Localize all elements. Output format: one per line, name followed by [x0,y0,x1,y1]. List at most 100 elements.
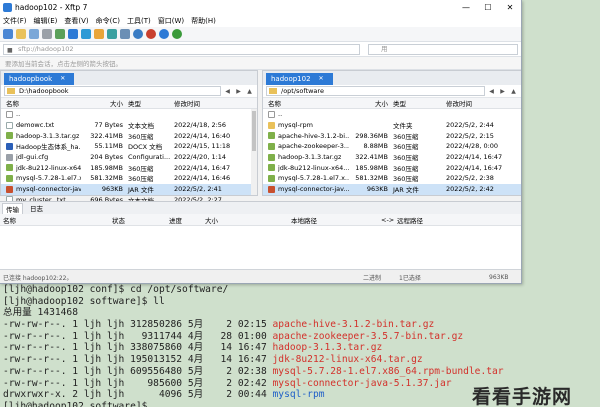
file-modified: 2022/5/2, 2:44 [446,121,494,130]
column-name[interactable]: 名称 [0,215,112,225]
column-modified[interactable]: 修改时间 [171,98,249,108]
selection-count: 1已选择 [399,274,421,282]
file-row[interactable]: mysql-connector-jav... 963KB JAR 文件 2022/5/… [263,183,521,195]
tab-remote[interactable]: hadoop102 ✕ [266,73,333,85]
file-row[interactable]: mysql-5.7.28-1.el7.x... 581.32MB 360压缩 2022… [1,173,257,184]
file-row[interactable]: hadoop-3.1.3.tar.gz 322.41MB 360压缩 2022/4/1… [1,130,257,141]
file-row[interactable]: jdl-gui.cfg 204 Bytes Configurati... 2022/4… [1,152,257,163]
file-row[interactable]: mysql-connector-jav... 963KB JAR 文件 2022/5/… [1,183,257,195]
column-name[interactable]: 名称 [1,98,81,108]
new-folder-icon[interactable] [94,29,104,39]
globe-icon[interactable] [133,29,143,39]
info-icon[interactable] [159,29,169,39]
file-name: apache-zookeeper-3.5.7-bin.tar.gz [272,330,464,342]
help-icon[interactable] [172,29,182,39]
session-hint: 要添加当前会话，点击左侧的箭头按钮。 [0,57,521,70]
config-file-icon [6,153,13,161]
remote-path-input[interactable]: /opt/software [266,86,485,96]
tab-log[interactable]: 日志 [27,203,46,213]
menu-item[interactable]: 编辑(E) [34,16,58,26]
file-size: 963KB [101,185,123,194]
file-permissions: -rw-rw-r--. 1 ljh ljh 985600 5月 2 02:42 [3,377,273,389]
download-icon[interactable] [81,29,91,39]
terminal-line: -rw-r--r--. 1 ljh ljh 195013152 4月 14 16… [3,354,600,366]
tab-local[interactable]: hadoopbook ✕ [4,73,75,85]
file-type: 360压缩 [393,132,419,141]
address-bar: ■ sftp://hadoop102 用 [0,42,521,57]
column-size[interactable]: 大小 [205,215,291,225]
menu-item[interactable]: 工具(T) [127,16,151,26]
file-row[interactable]: mysql-5.7.28-1.el7.x... 581.32MB 360压缩 2022… [263,173,521,184]
column-size[interactable]: 大小 [349,98,391,108]
up-icon [268,110,275,118]
file-size: 298.36MB [355,131,388,140]
connection-status: 已连接 hadoop102:22。 [3,274,73,282]
menu-item[interactable]: 窗口(W) [158,16,184,26]
file-name: mysql-connector-java-5.1.37.jar [272,377,452,389]
watermark-logo: 看看手游网 [472,386,573,407]
remote-pane: hadoop102 ✕ /opt/software ◀ ▶ ▲ 名称 大小 类型 … [262,70,521,196]
tab-transfer[interactable]: 传输 [2,202,23,214]
link-icon[interactable] [29,29,39,39]
column-progress[interactable]: 进度 [169,215,205,225]
file-permissions: -rw-r--r--. 1 ljh ljh 338075860 4月 14 16… [3,342,273,354]
menu-item[interactable]: 帮助(H) [191,16,216,26]
new-session-icon[interactable] [3,29,13,39]
column-local-path[interactable]: 本地路径 [291,215,381,225]
terminal-line: -rw-rw-r--. 1 ljh ljh 312850286 5月 2 02:… [3,319,600,331]
file-row[interactable]: .. [1,109,257,120]
file-modified: 2022/4/14, 16:47 [174,163,231,172]
back-icon[interactable]: ◀ [487,88,496,95]
file-row[interactable]: jdk-8u212-linux-x64... 185.98MB 360压缩 2022/… [1,162,257,173]
upload-icon[interactable] [68,29,78,39]
password-input[interactable]: 用 [368,43,518,55]
column-remote-path[interactable]: 远程路径 [397,215,477,225]
transfer-icon[interactable] [107,29,117,39]
lock-icon: ■ [7,46,13,54]
archive-icon [268,142,275,150]
file-row[interactable]: apache-zookeeper-3... 8.88MB 360压缩 2022/4/2… [263,141,521,152]
file-type: 360压缩 [128,164,154,173]
file-row[interactable]: jdk-8u212-linux-x64... 185.98MB 360压缩 2022/… [263,162,521,173]
file-row[interactable]: demowc.txt 77 Bytes 文本文档 2022/4/18, 2:56 [1,120,257,131]
column-size[interactable]: 大小 [81,98,126,108]
file-row[interactable]: mysql-rpm 文件夹 2022/5/2, 2:44 [263,120,521,131]
column-type[interactable]: 类型 [126,98,171,108]
up-folder-icon[interactable]: ▲ [245,88,254,95]
column-status[interactable]: 状态 [112,215,169,225]
file-type: 360压缩 [128,132,154,141]
properties-icon[interactable] [42,29,52,39]
back-icon[interactable]: ◀ [223,88,232,95]
column-name[interactable]: 名称 [263,98,349,108]
refresh-icon[interactable] [55,29,65,39]
file-row[interactable]: apache-hive-3.1.2-bi... 298.36MB 360压缩 2022… [263,130,521,141]
local-scrollbar[interactable] [251,109,257,195]
menu-item[interactable]: 文件(F) [3,16,27,26]
forward-icon[interactable]: ▶ [234,88,243,95]
column-modified[interactable]: 修改时间 [443,98,521,108]
file-row[interactable]: Hadoop生态体系_ha... 55.11MB DOCX 文档 2022/4/15,… [1,141,257,152]
close-button[interactable]: ✕ [499,3,521,12]
forward-icon[interactable]: ▶ [498,88,507,95]
file-name: mysql-5.7.28-1.el7.x86_64.rpm-bundle.tar [272,365,504,377]
file-name: demowc.txt [1,121,81,129]
file-row[interactable]: .. [263,109,521,120]
folder-icon [7,88,15,94]
sync-icon[interactable] [120,29,130,39]
archive-icon [268,164,275,172]
terminal-line: -rw-r--r--. 1 ljh ljh 9311744 4月 28 01:0… [3,331,600,343]
open-folder-icon[interactable] [16,29,26,39]
local-path-input[interactable]: D:\hadoopbook [4,86,221,96]
xshell-icon[interactable] [146,29,156,39]
column-type[interactable]: 类型 [391,98,443,108]
menu-item[interactable]: 命令(C) [96,16,120,26]
host-address-input[interactable]: ■ sftp://hadoop102 [3,43,360,55]
archive-icon [268,153,275,161]
xftp-window[interactable]: hadoop102 - Xftp 7 — ☐ ✕ 文件(F) 编辑(E) 查看(V)… [0,0,522,284]
column-direction[interactable]: <-> [381,216,397,224]
maximize-button[interactable]: ☐ [477,3,499,12]
file-row[interactable]: hadoop-3.1.3.tar.gz 322.41MB 360压缩 2022/4/1… [263,152,521,163]
up-folder-icon[interactable]: ▲ [509,88,518,95]
minimize-button[interactable]: — [455,3,477,12]
menu-item[interactable]: 查看(V) [64,16,88,26]
